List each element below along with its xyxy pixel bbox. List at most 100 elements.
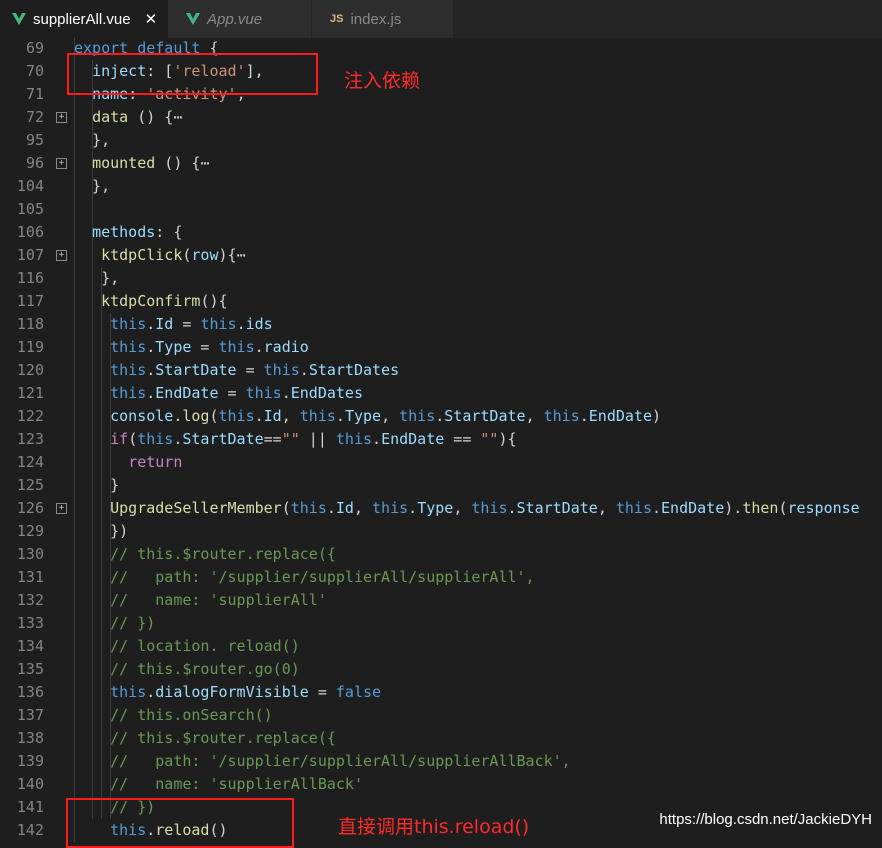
fold-expand-icon[interactable]: + [56,503,67,514]
code-token: () { [155,154,201,172]
code-token: = [218,384,246,402]
indent-guide [92,198,93,221]
line-number: 130 [16,545,44,563]
code-token: Type [344,407,382,425]
code-text: // this.$router.replace({ [74,727,336,750]
code-token: // name: 'supplierAll' [110,591,327,609]
code-token: EndDate [381,430,445,448]
code-line[interactable]: 120 this.StartDate = this.StartDates [0,359,882,382]
code-token: // path: '/supplier/supplierAll/supplier… [110,752,571,770]
code-line[interactable]: 107 + ktdpClick(row){⋯ [0,244,882,267]
code-token: // path: '/supplier/supplierAll/supplier… [110,568,535,586]
code-line[interactable]: 130 // this.$router.replace({ [0,543,882,566]
code-line[interactable]: 118 this.Id = this.ids [0,313,882,336]
reload-annotation: 直接调用this.reload() [338,816,530,838]
code-token: . [146,683,156,701]
code-text: }, [74,267,119,290]
code-line[interactable]: 123 if(this.StartDate=="" || this.EndDat… [0,428,882,451]
code-line[interactable]: 117 ktdpConfirm(){ [0,290,882,313]
code-token: // location. reload() [110,637,300,655]
code-line[interactable]: 126 + UpgradeSellerMember(this.Id, this.T… [0,497,882,520]
code-line[interactable]: 125 } [0,474,882,497]
code-line[interactable]: 137 // this.onSearch() [0,704,882,727]
line-number: 119 [16,338,44,356]
code-text: // this.onSearch() [74,704,273,727]
code-line[interactable]: 135 // this.$router.go(0) [0,658,882,681]
close-icon[interactable]: ✕ [145,10,158,28]
code-token: Id [263,407,282,425]
tab-label: index.js [350,10,402,28]
code-line[interactable]: 132 // name: 'supplierAll' [0,589,882,612]
code-token: // this.$router.replace({ [110,729,336,747]
code-line[interactable]: 96 + mounted () {⋯ [0,152,882,175]
code-token: . [254,407,264,425]
code-line[interactable]: 140 // name: 'supplierAllBack' [0,773,882,796]
code-token: } [74,476,120,494]
code-line[interactable]: 122 console.log(this.Id, this.Type, this… [0,405,882,428]
code-token: ids [245,315,273,333]
code-line[interactable]: 134 // location. reload() [0,635,882,658]
line-number: 134 [16,637,44,655]
code-token: , [453,499,472,517]
line-number: 131 [16,568,44,586]
code-line[interactable]: 121 this.EndDate = this.EndDates [0,382,882,405]
code-token: . [299,361,309,379]
code-line[interactable]: 139 // path: '/supplier/supplierAll/supp… [0,750,882,773]
code-editor[interactable]: 69 export default {70 inject: ['reload'],… [0,37,882,842]
code-line[interactable]: 105 [0,198,882,221]
code-line[interactable]: 106 methods: { [0,221,882,244]
line-number: 122 [16,407,44,425]
code-token: this [543,407,580,425]
code-token: if [110,430,129,448]
fold-expand-icon[interactable]: + [56,158,67,169]
code-text: // }) [74,612,155,635]
fold-expand-icon[interactable]: + [56,250,67,261]
code-line[interactable]: 138 // this.$router.replace({ [0,727,882,750]
code-token: = [236,361,264,379]
inject-highlight-box [67,53,318,95]
code-line[interactable]: 95 }, [0,129,882,152]
code-token: . [579,407,589,425]
code-token: ⋯ [200,154,210,172]
code-token: , [597,499,616,517]
code-line[interactable]: 129 }) [0,520,882,543]
code-line[interactable]: 124 return [0,451,882,474]
line-number: 138 [16,729,44,747]
code-token: ). [724,499,743,517]
code-line[interactable]: 104 }, [0,175,882,198]
code-line[interactable]: 136 this.dialogFormVisible = false [0,681,882,704]
tab-app-vue[interactable]: App.vue [168,0,312,38]
code-token: ktdpConfirm [101,292,201,310]
code-token: . [281,384,291,402]
fold-expand-icon[interactable]: + [56,112,67,123]
code-token: = [191,338,219,356]
code-token: . [507,499,517,517]
code-token: EndDate [588,407,652,425]
code-token: . [236,315,246,333]
code-line[interactable]: 116 }, [0,267,882,290]
code-token: "" [480,430,499,448]
code-line[interactable]: 72 + data () {⋯ [0,106,882,129]
code-token: . [146,384,156,402]
code-line[interactable]: 133 // }) [0,612,882,635]
code-line[interactable]: 131 // path: '/supplier/supplierAll/supp… [0,566,882,589]
editor-tab-bar: supplierAll.vue ✕ App.vue JS index.js [0,0,882,38]
line-number: 72 [25,108,44,126]
tab-supplierall-vue[interactable]: supplierAll.vue ✕ [0,0,168,38]
line-number: 133 [16,614,44,632]
code-token: . [146,338,156,356]
code-text: UpgradeSellerMember(this.Id, this.Type, … [74,497,860,520]
watermark: https://blog.csdn.net/JackieDYH [659,811,872,828]
code-token: this [263,361,300,379]
tab-index-js[interactable]: JS index.js [312,0,454,38]
code-token: }, [74,269,120,287]
code-line[interactable]: 119 this.Type = this.radio [0,336,882,359]
